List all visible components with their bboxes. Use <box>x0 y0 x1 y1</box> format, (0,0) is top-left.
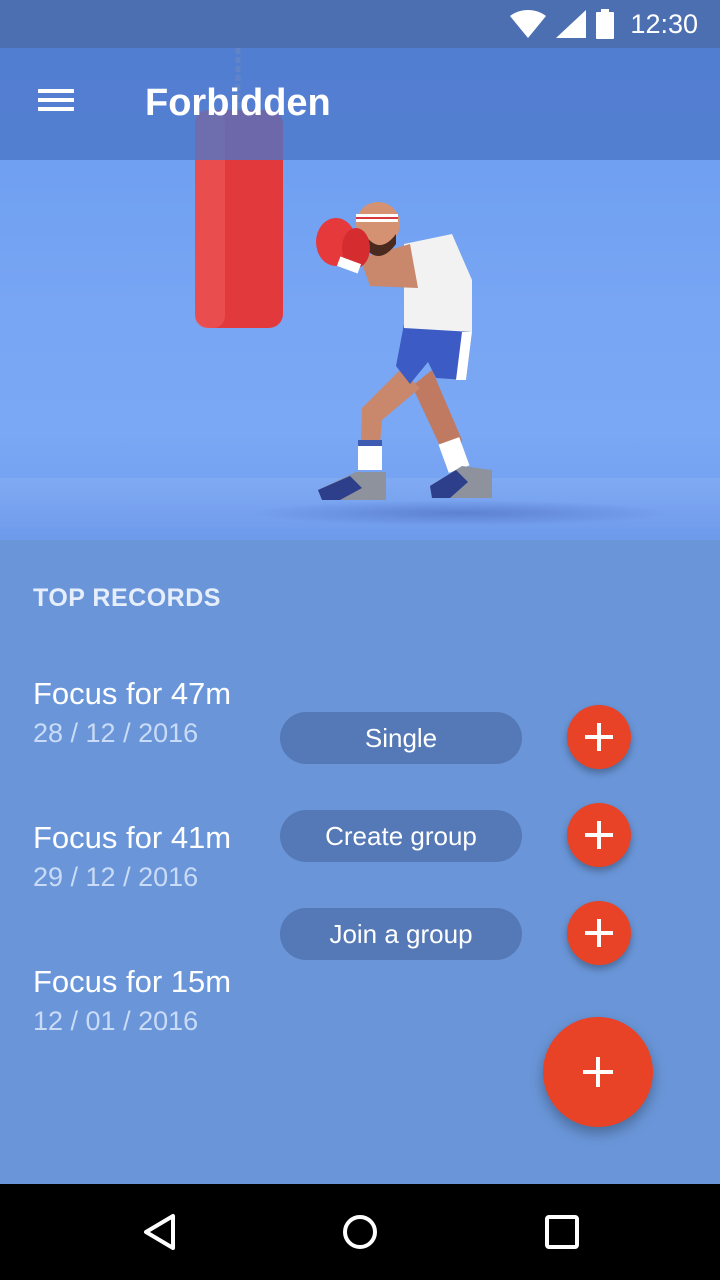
main-add-fab[interactable] <box>543 1017 653 1127</box>
record-item[interactable]: Focus for 47m 28 / 12 / 2016 <box>33 676 231 749</box>
records-section: TOP RECORDS Focus for 47m 28 / 12 / 2016… <box>0 540 720 1184</box>
status-icons: 12:30 <box>510 6 698 42</box>
create-group-button[interactable] <box>567 803 631 867</box>
status-bar: 12:30 <box>0 0 720 48</box>
single-label-chip[interactable]: Single <box>280 712 522 764</box>
records-heading: TOP RECORDS <box>33 584 221 612</box>
record-title: Focus for 15m <box>33 964 232 999</box>
create-group-label-chip[interactable]: Create group <box>280 810 522 862</box>
join-group-label-chip[interactable]: Join a group <box>280 908 522 960</box>
back-icon[interactable] <box>132 1204 188 1260</box>
record-date: 29 / 12 / 2016 <box>33 862 199 892</box>
menu-icon[interactable] <box>30 84 82 124</box>
wifi-icon <box>510 10 547 38</box>
join-group-button[interactable] <box>567 901 631 965</box>
record-item[interactable]: Focus for 15m 12 / 01 / 2016 <box>33 964 231 1037</box>
nav-bar <box>0 1184 720 1280</box>
status-time: 12:30 <box>630 8 698 39</box>
battery-icon <box>596 9 615 39</box>
record-item[interactable]: Focus for 41m 29 / 12 / 2016 <box>33 820 231 893</box>
app-bar: Forbidden <box>0 48 720 160</box>
record-date: 28 / 12 / 2016 <box>33 718 199 748</box>
record-title: Focus for 47m <box>33 676 232 711</box>
home-icon[interactable] <box>332 1204 388 1260</box>
page-title: Forbidden <box>145 82 331 124</box>
record-title: Focus for 41m <box>33 820 232 855</box>
record-date: 12 / 01 / 2016 <box>33 1006 199 1036</box>
cell-signal-icon <box>556 10 587 38</box>
single-button[interactable] <box>567 705 631 769</box>
recents-icon[interactable] <box>534 1204 590 1260</box>
